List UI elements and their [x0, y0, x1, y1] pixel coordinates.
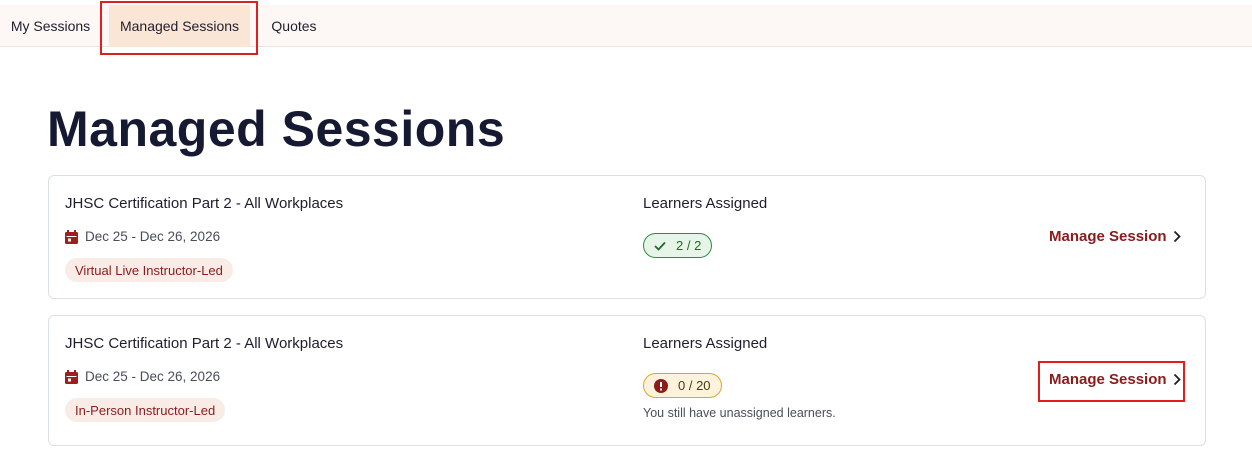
- calendar-icon: [65, 229, 78, 244]
- tab-quotes[interactable]: Quotes: [257, 5, 331, 47]
- date-text: Dec 25 - Dec 26, 2026: [85, 369, 221, 384]
- manage-session-label: Manage Session: [1049, 228, 1167, 245]
- learners-assigned-label: Learners Assigned: [643, 335, 768, 352]
- alert-icon: [654, 378, 668, 393]
- tab-managed-sessions[interactable]: Managed Sessions: [109, 5, 250, 47]
- learners-count: 0 / 20: [678, 378, 711, 393]
- calendar-icon: [65, 369, 78, 384]
- learners-assigned-label: Learners Assigned: [643, 195, 768, 212]
- manage-session-button[interactable]: Manage Session: [1049, 371, 1181, 388]
- course-title: JHSC Certification Part 2 - All Workplac…: [65, 335, 344, 352]
- chevron-right-icon: [1173, 230, 1181, 243]
- learners-status-badge: 0 / 20: [643, 373, 722, 398]
- delivery-type-chip: Virtual Live Instructor-Led: [65, 258, 233, 282]
- page-title: Managed Sessions: [47, 101, 506, 157]
- learners-status-badge: 2 / 2: [643, 233, 713, 258]
- manage-session-button[interactable]: Manage Session: [1049, 228, 1181, 245]
- tab-bar: My Sessions Managed Sessions Quotes: [0, 5, 1252, 47]
- session-card: JHSC Certification Part 2 - All Workplac…: [48, 175, 1206, 299]
- chevron-right-icon: [1173, 373, 1181, 386]
- checkmark-icon: [654, 241, 666, 251]
- manage-session-label: Manage Session: [1049, 371, 1167, 388]
- date-text: Dec 25 - Dec 26, 2026: [85, 229, 221, 244]
- session-card: JHSC Certification Part 2 - All Workplac…: [48, 315, 1206, 446]
- session-date: Dec 25 - Dec 26, 2026: [65, 229, 220, 244]
- learners-count: 2 / 2: [676, 238, 702, 253]
- course-title: JHSC Certification Part 2 - All Workplac…: [65, 195, 344, 212]
- delivery-type-chip: In-Person Instructor-Led: [65, 398, 226, 422]
- unassigned-learners-note: You still have unassigned learners.: [643, 406, 836, 420]
- session-date: Dec 25 - Dec 26, 2026: [65, 369, 220, 384]
- tab-my-sessions[interactable]: My Sessions: [0, 5, 101, 47]
